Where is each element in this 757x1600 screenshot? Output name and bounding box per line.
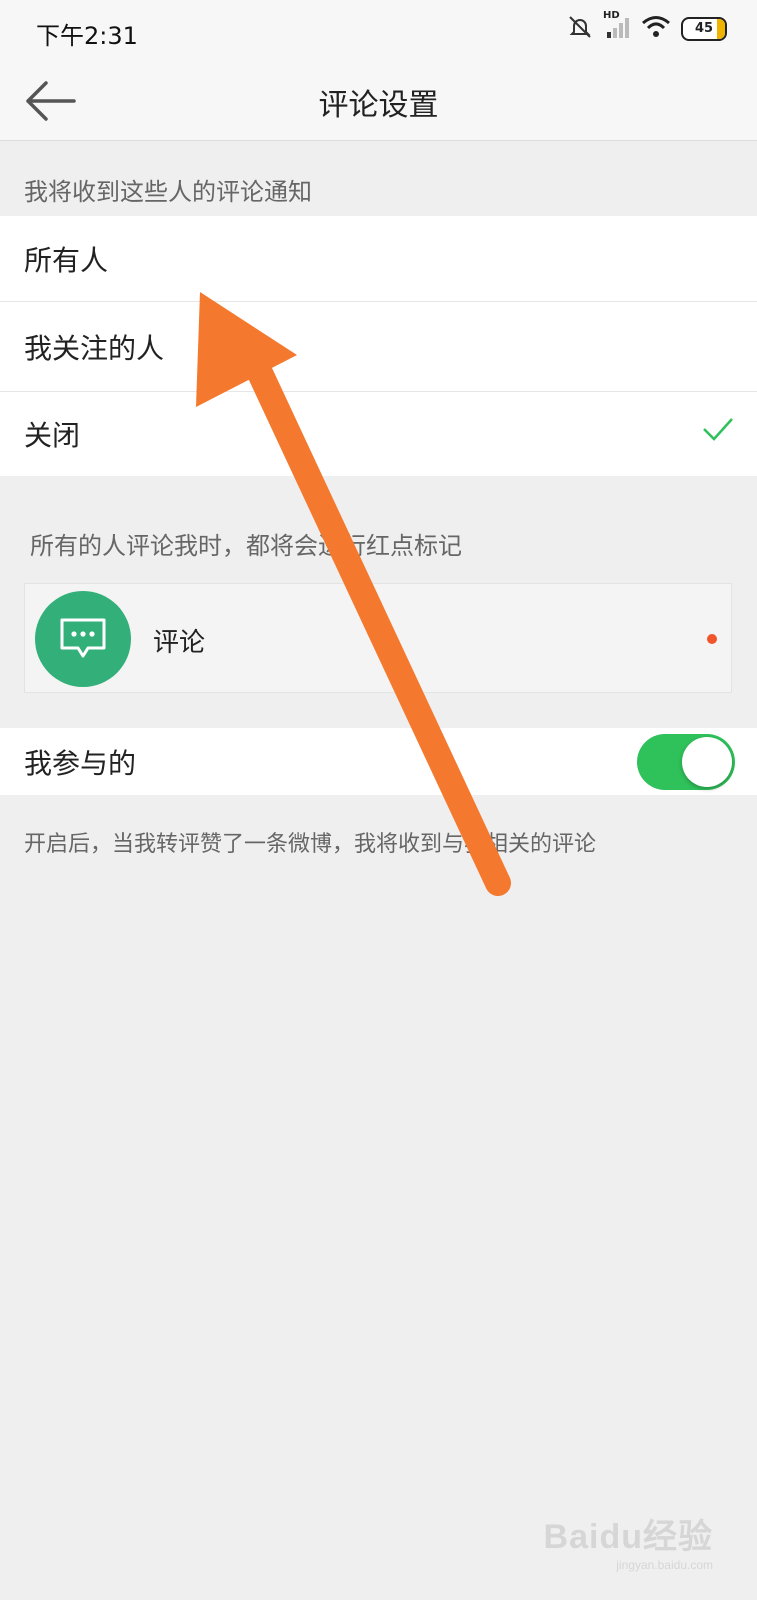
status-time: 下午2:31 bbox=[36, 22, 138, 50]
option-following[interactable]: 我关注的人 bbox=[0, 302, 757, 392]
baidu-watermark: Baidu经验 jingyan.baidu.com bbox=[544, 1509, 713, 1572]
option-label: 所有人 bbox=[24, 243, 109, 277]
battery-indicator: 45 bbox=[681, 17, 727, 41]
status-icons: HD 45 bbox=[567, 10, 727, 44]
notify-section-label: 我将收到这些人的评论通知 bbox=[24, 178, 312, 206]
network-type-label: HD bbox=[603, 10, 620, 21]
option-label: 关闭 bbox=[24, 419, 81, 452]
battery-level: 45 bbox=[694, 21, 714, 36]
red-dot-badge bbox=[707, 634, 717, 644]
mark-section-label: 所有的人评论我时，都将会进行红点标记 bbox=[30, 532, 462, 560]
mute-bell-icon bbox=[567, 14, 593, 44]
page-title: 评论设置 bbox=[318, 88, 439, 123]
comment-preview-card: 评论 bbox=[24, 583, 732, 693]
participated-label: 我参与的 bbox=[24, 746, 137, 780]
option-label: 我关注的人 bbox=[24, 331, 165, 365]
nav-bar: 评论设置 bbox=[0, 62, 757, 141]
watermark-sub: jingyan.baidu.com bbox=[616, 1558, 713, 1572]
comment-bubble-icon bbox=[60, 618, 106, 658]
comment-avatar bbox=[35, 591, 131, 687]
option-everyone[interactable]: 所有人 bbox=[0, 216, 757, 302]
participated-row: 我参与的 bbox=[0, 728, 757, 795]
wifi-icon bbox=[641, 15, 671, 43]
comment-label: 评论 bbox=[153, 628, 206, 658]
option-off[interactable]: 关闭 bbox=[0, 392, 757, 476]
status-bar: 下午2:31 HD 45 bbox=[0, 0, 757, 62]
participated-note: 开启后，当我转评赞了一条微博，我将收到与我相关的评论 bbox=[24, 832, 597, 857]
checkmark-icon bbox=[701, 414, 735, 451]
watermark-text: Baidu经验 bbox=[543, 1518, 713, 1556]
toggle-knob bbox=[682, 737, 732, 787]
signal-icon: HD bbox=[603, 10, 631, 44]
participated-toggle[interactable] bbox=[637, 734, 735, 790]
